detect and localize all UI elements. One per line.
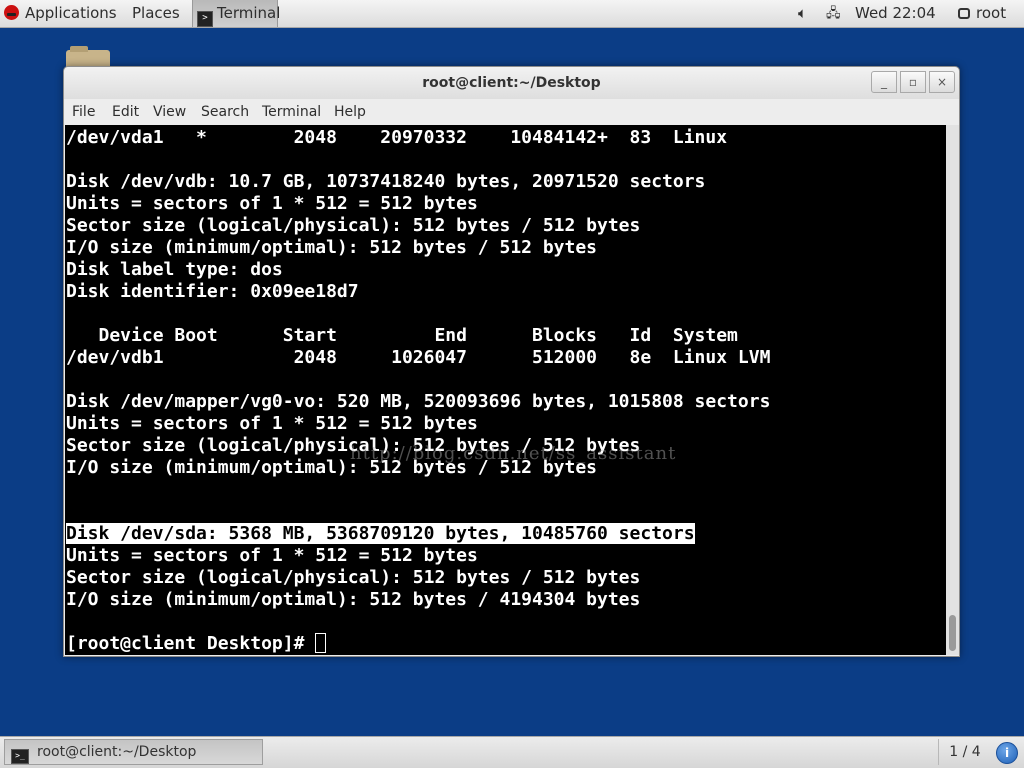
taskbar-item-label: root@client:~/Desktop: [37, 744, 197, 760]
terminal-line: I/O size (minimum/optimal): 512 bytes / …: [66, 237, 598, 258]
workspace-indicator[interactable]: 1 / 4: [938, 739, 991, 765]
terminal-line: Units = sectors of 1 * 512 = 512 bytes: [66, 545, 478, 566]
user-menu[interactable]: root: [958, 0, 1006, 27]
scrollbar-thumb[interactable]: [949, 615, 956, 651]
menu-help[interactable]: Help: [334, 99, 366, 125]
network-icon[interactable]: 🖧︎: [826, 0, 841, 27]
menu-terminal[interactable]: Terminal: [262, 99, 321, 125]
terminal-line: /dev/vda1 * 2048 20970332 10484142+ 83 L…: [66, 127, 728, 148]
user-icon: [958, 8, 970, 19]
terminal-line: Disk /dev/vdb: 10.7 GB, 10737418240 byte…: [66, 171, 706, 192]
terminal-app-menu[interactable]: > Terminal: [192, 0, 281, 27]
bottom-panel: >_ root@client:~/Desktop 1 / 4 i: [0, 736, 1024, 768]
terminal-line: Units = sectors of 1 * 512 = 512 bytes: [66, 413, 478, 434]
terminal-line: Sector size (logical/physical): 512 byte…: [66, 567, 641, 588]
top-panel: Applications Places > Terminal 🔈︎ 🖧︎ Wed …: [0, 0, 1024, 28]
minimize-button[interactable]: _: [871, 71, 897, 93]
terminal-output[interactable]: /dev/vda1 * 2048 20970332 10484142+ 83 L…: [66, 127, 770, 655]
terminal-line: /dev/vdb1 2048 1026047 512000 8e Linux L…: [66, 347, 771, 368]
terminal-screen[interactable]: /dev/vda1 * 2048 20970332 10484142+ 83 L…: [65, 125, 946, 655]
scrollbar[interactable]: [946, 125, 959, 655]
watermark: http://blog.csdn.net/ss_assistant: [350, 443, 677, 464]
close-button[interactable]: ×: [929, 71, 955, 93]
menu-edit[interactable]: Edit: [112, 99, 139, 125]
maximize-button[interactable]: ▫: [900, 71, 926, 93]
places-menu[interactable]: Places: [132, 0, 180, 27]
terminal-line: Units = sectors of 1 * 512 = 512 bytes: [66, 193, 478, 214]
window-titlebar[interactable]: root@client:~/Desktop _ ▫ ×: [64, 67, 959, 99]
terminal-app-label: Terminal: [217, 4, 281, 22]
clock[interactable]: Wed 22:04: [855, 0, 936, 27]
terminal-line: Disk label type: dos: [66, 259, 283, 280]
highlighted-line: Disk /dev/sda: 5368 MB, 5368709120 bytes…: [66, 523, 695, 544]
taskbar-item-terminal[interactable]: >_ root@client:~/Desktop: [4, 739, 263, 765]
menu-view[interactable]: View: [153, 99, 186, 125]
redhat-logo-icon: [4, 5, 19, 20]
menubar: File Edit View Search Terminal Help: [64, 99, 959, 125]
terminal-lines: /dev/vda1 * 2048 20970332 10484142+ 83 L…: [66, 127, 770, 478]
menu-search[interactable]: Search: [201, 99, 249, 125]
shell-prompt: [root@client Desktop]#: [66, 633, 316, 654]
terminal-line: Device Boot Start End Blocks Id System: [66, 325, 738, 346]
text-cursor: [315, 633, 327, 653]
terminal-line: Disk identifier: 0x09ee18d7: [66, 281, 359, 302]
notification-icon[interactable]: i: [996, 742, 1018, 764]
applications-label: Applications: [25, 4, 117, 22]
applications-menu[interactable]: Applications: [4, 0, 117, 27]
terminal-window: root@client:~/Desktop _ ▫ × File Edit Vi…: [63, 66, 960, 657]
terminal-line: Disk /dev/mapper/vg0-vo: 520 MB, 5200936…: [66, 391, 771, 412]
terminal-icon: >: [197, 11, 213, 27]
volume-icon[interactable]: 🔈︎: [798, 0, 807, 27]
menu-file[interactable]: File: [72, 99, 95, 125]
terminal-line: I/O size (minimum/optimal): 512 bytes / …: [66, 589, 641, 610]
terminal-line: Sector size (logical/physical): 512 byte…: [66, 215, 641, 236]
user-label: root: [976, 4, 1007, 22]
window-title: root@client:~/Desktop: [422, 75, 601, 91]
terminal-lines-after: Units = sectors of 1 * 512 = 512 bytes S…: [66, 545, 640, 610]
terminal-icon: >_: [11, 749, 29, 764]
